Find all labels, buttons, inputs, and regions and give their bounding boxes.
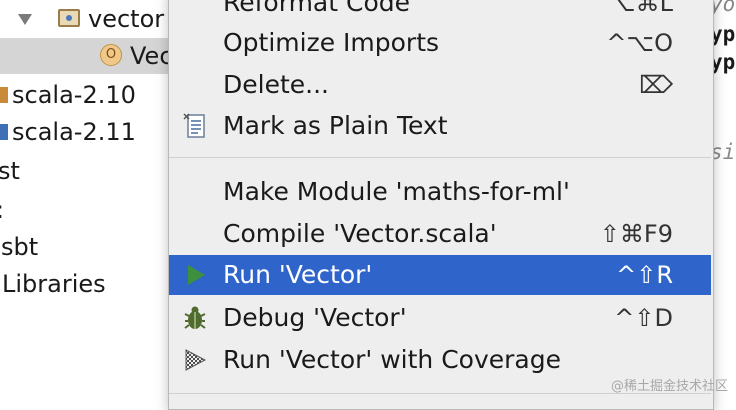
scala-object-icon: O: [100, 44, 122, 66]
menu-item-compile[interactable]: Compile 'Vector.scala' ⇧⌘F9: [169, 214, 711, 254]
menu-item-reformat-code[interactable]: Reformat Code ⌥⌘L: [169, 0, 711, 23]
menu-item-run-vector[interactable]: Run 'Vector' ^⇧R: [169, 255, 711, 295]
coverage-icon: [185, 349, 207, 371]
run-icon: [188, 265, 205, 285]
project-tree: vector O Vec scala-2.10 scala-2.11 st : …: [0, 0, 170, 402]
tree-item-libraries[interactable]: Libraries: [0, 266, 170, 302]
menu-item-make-module[interactable]: Make Module 'maths-for-ml': [169, 172, 711, 212]
menu-separator: [169, 157, 711, 158]
menu-item-optimize-imports[interactable]: Optimize Imports ^⌥O: [169, 23, 711, 63]
menu-item-run-with-coverage[interactable]: Run 'Vector' with Coverage: [169, 340, 711, 380]
watermark: @稀土掘金技术社区: [610, 379, 728, 394]
document-icon: [183, 113, 205, 138]
menu-item-debug-vector[interactable]: Debug 'Vector' ^⇧D: [169, 298, 711, 338]
tree-item-vector-package[interactable]: vector: [0, 1, 170, 37]
expand-arrow-icon[interactable]: [18, 14, 32, 25]
tree-item-scala-2-10[interactable]: scala-2.10: [0, 77, 170, 113]
tree-item-st[interactable]: st: [0, 153, 170, 189]
tree-item-scala-2-11[interactable]: scala-2.11: [0, 114, 170, 150]
tree-item-sbt[interactable]: sbt: [0, 229, 170, 265]
debug-icon: [184, 306, 206, 329]
menu-item-delete[interactable]: Delete... ⌦: [169, 65, 711, 105]
tree-item-colon[interactable]: :: [0, 192, 170, 228]
context-menu: Reformat Code ⌥⌘L Optimize Imports ^⌥O D…: [168, 0, 714, 410]
library-icon: [0, 124, 8, 140]
package-icon: [58, 9, 80, 27]
tree-item-vector-object[interactable]: O Vec: [0, 38, 170, 74]
library-icon: [0, 87, 8, 103]
menu-item-mark-as-plain-text[interactable]: Mark as Plain Text: [169, 106, 711, 146]
